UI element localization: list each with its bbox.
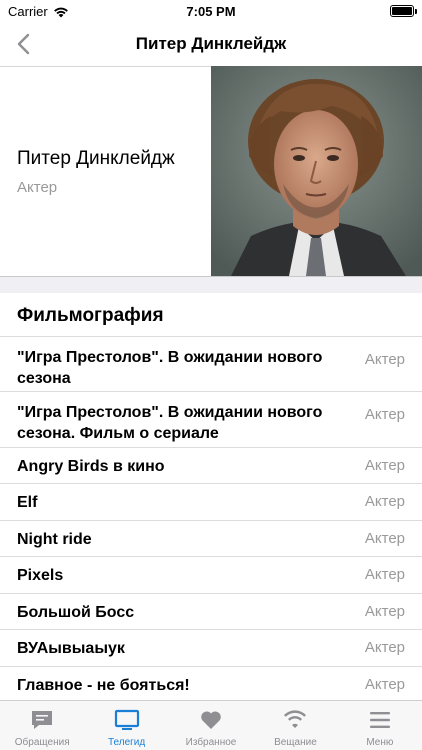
- list-item[interactable]: Pixels Актер: [0, 557, 422, 594]
- list-item[interactable]: "Игра Престолов". В ожидании нового сезо…: [0, 392, 422, 448]
- tab-telegid[interactable]: Телегид: [84, 701, 168, 750]
- chat-bubble-icon: [32, 711, 53, 729]
- tab-obrashcheniya[interactable]: Обращения: [0, 701, 84, 750]
- list-item[interactable]: "Игра Престолов". В ожидании нового сезо…: [0, 337, 422, 392]
- page-title: Питер Динклейдж: [135, 34, 287, 53]
- status-bar: Carrier 7:05 PM: [0, 0, 422, 22]
- person-name: Питер Динклейдж: [17, 148, 175, 169]
- film-role: Актер: [364, 493, 405, 510]
- person-role: Актер: [17, 179, 58, 196]
- film-title: Elf: [17, 494, 38, 511]
- tab-izbrannoe[interactable]: Избранное: [169, 701, 253, 750]
- list-item[interactable]: ВУАывыаыук Актер: [0, 630, 422, 667]
- film-role: Актер: [364, 676, 405, 693]
- navigation-bar: Питер Динклейдж: [0, 22, 422, 66]
- film-title: "Игра Престолов". В ожидании нового сезо…: [17, 404, 323, 442]
- film-title: ВУАывыаыук: [17, 640, 125, 657]
- film-role: Актер: [364, 639, 405, 656]
- list-item[interactable]: Night ride Актер: [0, 521, 422, 557]
- back-button[interactable]: [8, 28, 38, 60]
- tab-label: Избранное: [185, 737, 237, 748]
- list-item[interactable]: Большой Босс Актер: [0, 594, 422, 630]
- person-header: Питер Динклейдж Актер: [0, 66, 422, 276]
- list-item[interactable]: Главное - не бояться! Актер: [0, 667, 422, 703]
- tab-bar: Обращения Телегид Избранное Вещание Меню: [0, 700, 422, 750]
- film-title: "Игра Престолов". В ожидании нового сезо…: [17, 349, 323, 387]
- wifi-broadcast-icon: [284, 710, 307, 728]
- tab-label: Обращения: [14, 737, 70, 748]
- film-title: Pixels: [17, 567, 64, 584]
- film-role: Актер: [364, 457, 405, 474]
- heart-icon: [201, 711, 221, 729]
- battery-icon: [390, 5, 417, 17]
- tab-label: Вещание: [274, 737, 317, 748]
- film-role: Актер: [364, 603, 405, 620]
- list-item[interactable]: Angry Birds в кино Актер: [0, 448, 422, 484]
- status-time: 7:05 PM: [186, 4, 236, 19]
- film-title: Angry Birds в кино: [17, 458, 165, 475]
- filmography-list: "Игра Престолов". В ожидании нового сезо…: [0, 337, 422, 703]
- filmography-title: Фильмография: [17, 305, 164, 326]
- film-role: Актер: [364, 406, 405, 423]
- section-separator: [0, 277, 422, 293]
- person-photo: [211, 66, 422, 276]
- film-role: Актер: [364, 566, 405, 583]
- chevron-left-icon: [17, 33, 30, 55]
- tab-veshchanie[interactable]: Вещание: [253, 701, 337, 750]
- film-role: Актер: [364, 530, 405, 547]
- tv-icon: [114, 709, 139, 730]
- film-role: Актер: [364, 351, 405, 368]
- film-title: Большой Босс: [17, 604, 135, 621]
- list-item[interactable]: Elf Актер: [0, 484, 422, 521]
- film-title: Night ride: [17, 531, 92, 548]
- menu-icon: [369, 712, 390, 728]
- tab-label: Меню: [366, 737, 394, 748]
- tab-menu[interactable]: Меню: [338, 701, 422, 750]
- film-title: Главное - не бояться!: [17, 677, 190, 694]
- tab-label: Телегид: [107, 737, 146, 748]
